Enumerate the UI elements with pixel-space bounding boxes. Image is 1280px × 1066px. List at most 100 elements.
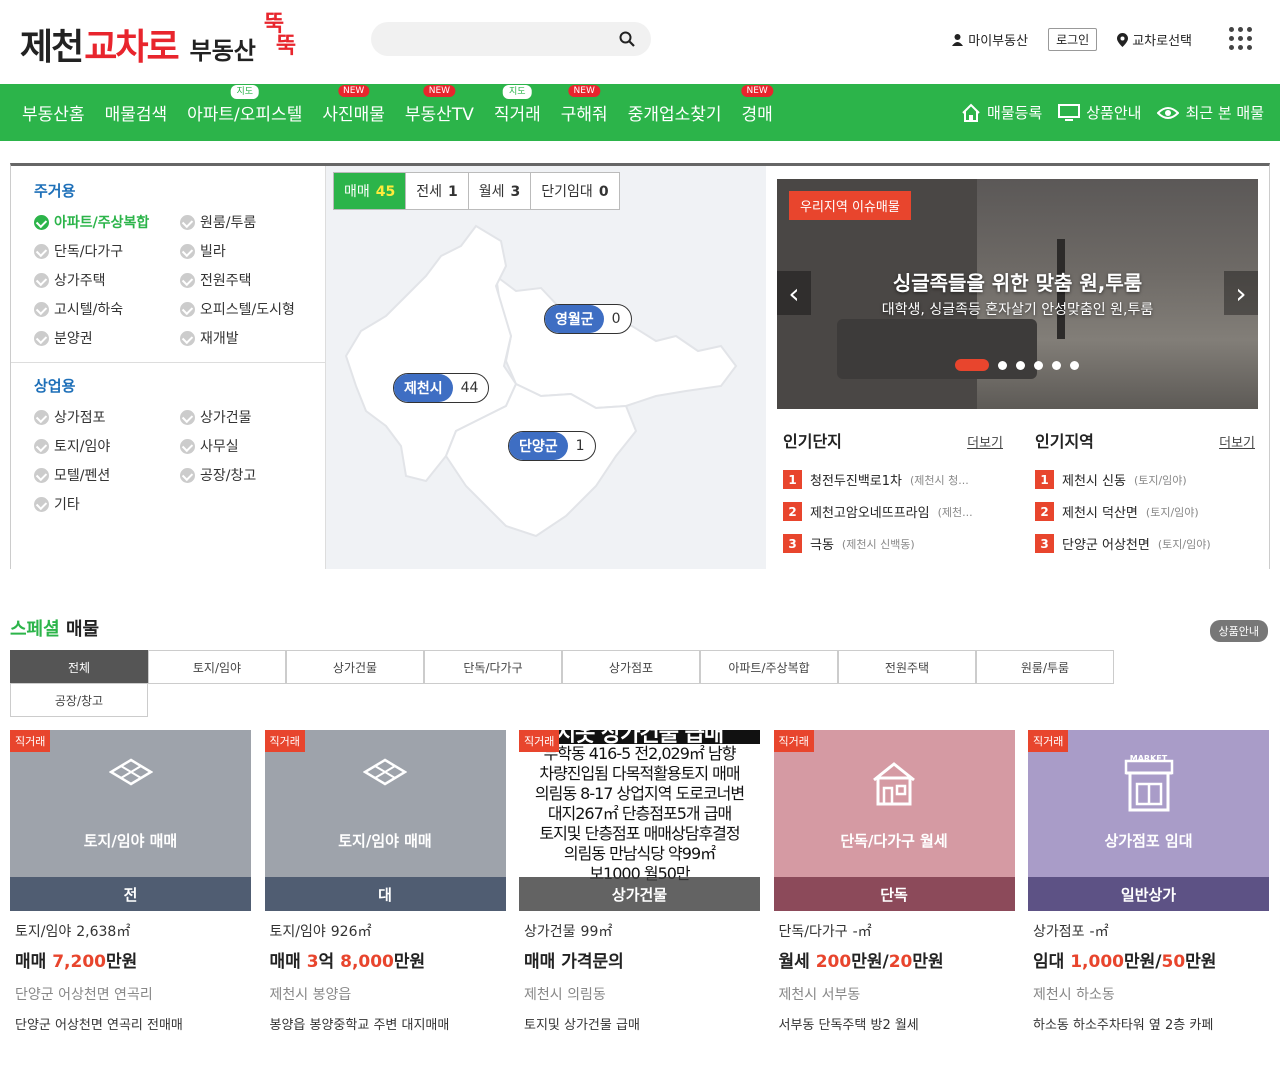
listing-card[interactable]: 시옷 상가건물 급매 두학동 416-5 전2,029㎡ 남향 차량진입됨 다목적활… [519, 730, 760, 1033]
category-commercial-item[interactable]: 사무실 [180, 436, 239, 456]
rank-row[interactable]: 3 극동 (제천시 신백동) [783, 534, 1003, 553]
region-pin[interactable]: 제천시 44 [393, 373, 490, 403]
category-residential-item[interactable]: 재개발 [180, 328, 239, 348]
region-select-link[interactable]: 교차로선택 [1117, 30, 1192, 49]
search-input[interactable] [371, 22, 651, 56]
listing-location: 단양군 어상천면 연곡리 [15, 987, 153, 1003]
gnb-item[interactable]: 부동산홈 [12, 100, 95, 125]
rank-row[interactable]: 3 단양군 어상천면 (토지/임야) [1035, 534, 1255, 553]
issue-listing-slider[interactable]: 우리지역 이슈매물 싱글족들을 위한 맞춤 원,투룸 대학생, 싱글족등 혼자살… [777, 179, 1258, 409]
slide-dot[interactable] [1016, 360, 1025, 370]
category-commercial-item[interactable]: 상가건물 [180, 407, 252, 427]
listing-card[interactable]: MARKET 상가점포 임대 직거래 일반상가 상가점포 -㎡ 임대 1,000만원/50만… [1028, 730, 1269, 1033]
slide-dot[interactable] [1052, 360, 1061, 370]
gnb-item[interactable]: 직거래 지도 [484, 85, 551, 125]
rank-name: 청전두진백로1차 [810, 474, 902, 489]
gnb-item[interactable]: 매물검색 [95, 100, 178, 125]
slide-dot[interactable] [998, 360, 1007, 370]
product-guide-link[interactable]: 상품안내 [1058, 102, 1141, 123]
slide-dot[interactable] [1034, 360, 1043, 370]
listing-card[interactable]: 토지/임야 매매 직거래 대 토지/임야 926㎡ 매매 3억 8,000만원 제천시 봉양… [264, 730, 506, 1033]
residential-title: 주거용 [34, 182, 76, 200]
region-shape-yeongwol[interactable] [494, 273, 738, 410]
site-logo[interactable]: 제천 교차로 부동산 뚝뚝 [20, 14, 296, 70]
popular-complex-more-link[interactable]: 더보기 [967, 432, 1003, 451]
listing-image[interactable]: 시옷 상가건물 급매 두학동 416-5 전2,029㎡ 남향 차량진입됨 다목적활… [519, 730, 760, 911]
gnb-item-label: 매물검색 [104, 105, 168, 125]
gnb-item[interactable]: 사진매물 NEW [312, 85, 395, 125]
listing-card[interactable]: 토지/임야 매매 직거래 전 토지/임야 2,638㎡ 매매 7,200만원 단양군 어상천… [10, 730, 251, 1033]
category-commercial-item[interactable]: 상가점포 [34, 407, 106, 427]
special-tab[interactable]: 아파트/주상복합 [700, 650, 838, 684]
special-tab[interactable]: 원룸/투룸 [976, 650, 1114, 684]
listing-image[interactable]: MARKET 상가점포 임대 직거래 일반상가 [1028, 730, 1269, 911]
gnb-item[interactable]: 구해줘 NEW [551, 85, 618, 125]
gnb-item[interactable]: 부동산TV NEW [395, 85, 484, 125]
category-residential-item[interactable]: 단독/다가구 [34, 241, 123, 261]
region-pin[interactable]: 영월군 0 [544, 304, 632, 334]
special-tab[interactable]: 토지/임야 [148, 650, 286, 684]
rank-row[interactable]: 1 제천시 신동 (토지/임야) [1035, 470, 1255, 489]
special-tab[interactable]: 공장/창고 [10, 683, 148, 717]
my-realestate-label: 마이부동산 [968, 34, 1029, 49]
gnb-item[interactable]: 경매 NEW [732, 85, 783, 125]
region-pin[interactable]: 단양군 1 [508, 431, 596, 461]
listing-image[interactable]: 단독/다가구 월세 직거래 단독 [773, 730, 1015, 911]
rank-row[interactable]: 2 제천고암오네뜨프라임 (제천... [783, 502, 1003, 521]
slide-next-icon[interactable]: › [1224, 271, 1258, 315]
login-button[interactable]: 로그인 [1048, 28, 1098, 51]
special-tab[interactable]: 상가점포 [562, 650, 700, 684]
category-commercial-item[interactable]: 기타 [34, 494, 80, 514]
rank-row[interactable]: 1 청전두진백로1차 (제천시 청... [783, 470, 1003, 489]
photo-text-line: 토지및 단층점포 매매상담후결정 [539, 824, 740, 843]
listing-area: -㎡ [852, 924, 872, 940]
price-part: 만원 [1185, 952, 1217, 972]
special-tab[interactable]: 전원주택 [838, 650, 976, 684]
deal-tab[interactable]: 전세 1 [406, 173, 469, 209]
slide-prev-icon[interactable]: ‹ [777, 271, 811, 315]
category-residential-item[interactable]: 빌라 [180, 241, 226, 261]
listing-type: 상가점포 [1033, 924, 1085, 940]
gnb-item[interactable]: 중개업소찾기 [618, 100, 732, 125]
eye-icon [1157, 106, 1180, 119]
listing-image[interactable]: 토지/임야 매매 직거래 대 [264, 730, 506, 911]
search-icon[interactable] [619, 31, 635, 51]
all-menu-icon[interactable] [1229, 27, 1252, 50]
listing-image[interactable]: 토지/임야 매매 직거래 전 [10, 730, 251, 911]
my-realestate-link[interactable]: 마이부동산 [951, 30, 1028, 49]
deal-tab[interactable]: 단기임대 0 [531, 173, 618, 209]
category-commercial-item[interactable]: 토지/임야 [34, 436, 110, 456]
popular-region-more-link[interactable]: 더보기 [1219, 432, 1255, 451]
deal-tab[interactable]: 월세 3 [469, 173, 532, 209]
gnb-item[interactable]: 아파트/오피스텔 지도 [177, 85, 312, 125]
region-pin-count: 0 [611, 311, 621, 327]
category-residential-item[interactable]: 전원주택 [180, 270, 252, 290]
slide-pagination [955, 359, 1079, 371]
special-tab[interactable]: 전체 [10, 650, 148, 684]
check-icon [34, 496, 49, 512]
gnb-item-label: 중개업소찾기 [627, 105, 722, 125]
listing-card[interactable]: 단독/다가구 월세 직거래 단독 단독/다가구 -㎡ 월세 200만원/20만원 제천시 서… [773, 730, 1015, 1033]
rank-name: 제천고암오네뜨프라임 [810, 506, 930, 521]
category-commercial-item[interactable]: 모텔/펜션 [34, 465, 110, 485]
category-residential-item[interactable]: 원룸/투룸 [180, 212, 256, 232]
slide-dot[interactable] [955, 359, 989, 371]
slide-subtitle: 대학생, 싱글족등 혼자살기 안성맞춤인 원,투룸 [881, 302, 1154, 318]
register-listing-link[interactable]: 매물등록 [961, 102, 1042, 123]
category-residential-item[interactable]: 고시텔/하숙 [34, 299, 123, 319]
listing-type-icon [870, 758, 918, 812]
category-commercial-item[interactable]: 공장/창고 [180, 465, 256, 485]
special-guide-button[interactable]: 상품안내 [1209, 620, 1268, 642]
rank-row[interactable]: 2 제천시 덕산면 (토지/임야) [1035, 502, 1255, 521]
listing-description: 단양군 어상천면 연곡리 전매매 [15, 1018, 183, 1033]
category-residential-item[interactable]: 아파트/주상복합 [34, 212, 149, 232]
category-label: 사무실 [200, 439, 239, 455]
recent-viewed-link[interactable]: 최근 본 매물 [1157, 102, 1264, 123]
slide-dot[interactable] [1070, 360, 1079, 370]
category-residential-item[interactable]: 오피스텔/도시형 [180, 299, 295, 319]
special-tab[interactable]: 상가건물 [286, 650, 424, 684]
category-residential-item[interactable]: 분양권 [34, 328, 93, 348]
special-tab[interactable]: 단독/다가구 [424, 650, 562, 684]
category-residential-item[interactable]: 상가주택 [34, 270, 106, 290]
deal-tab[interactable]: 매매 45 [334, 173, 407, 209]
